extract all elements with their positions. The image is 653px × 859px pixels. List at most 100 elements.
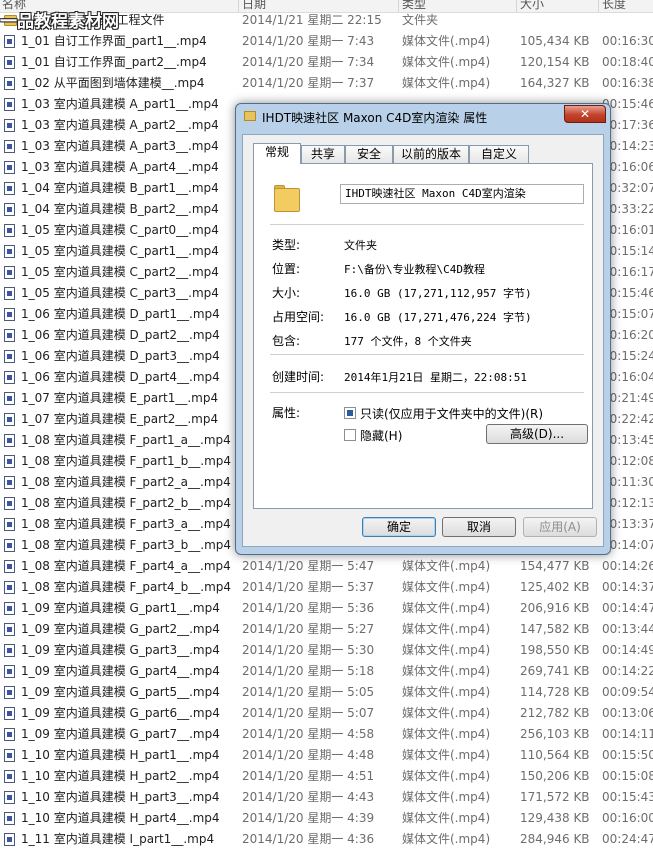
file-type: 媒体文件(.mp4)	[402, 55, 491, 69]
media-file-icon	[4, 98, 15, 111]
file-row[interactable]: 1_10 室内道具建模 H_part2__.mp4 2014/1/20 星期一 4…	[0, 766, 653, 787]
file-size: 164,327 KB	[520, 76, 590, 90]
file-name: 1_02 从平面图到墙体建模__.mp4	[21, 76, 205, 90]
file-row[interactable]: 1_10 室内道具建模 H_part3__.mp4 2014/1/20 星期一 4…	[0, 787, 653, 808]
file-duration: 00:15:08	[602, 769, 653, 783]
folder-icon	[244, 111, 256, 121]
file-type: 媒体文件(.mp4)	[402, 580, 491, 594]
file-row[interactable]: 1_11 室内道具建模 I_part1__.mp4 2014/1/20 星期一 4…	[0, 829, 653, 850]
file-row[interactable]: 1_01 自订工作界面_part1__.mp4 2014/1/20 星期一 7:4…	[0, 31, 653, 52]
file-name: 1_04 室内道具建模 B_part1__.mp4	[21, 181, 219, 195]
file-duration: 00:14:47	[602, 601, 653, 615]
file-name: 1_08 室内道具建模 F_part3_b__.mp4	[21, 538, 232, 552]
hidden-label[interactable]: 隐藏(H)	[360, 427, 402, 444]
file-type: 媒体文件(.mp4)	[402, 601, 491, 615]
dialog-titlebar[interactable]: IHDT映速社区 Maxon C4D室内渲染 属性 ✕	[236, 104, 610, 130]
media-file-icon	[4, 287, 15, 300]
media-file-icon	[4, 119, 15, 132]
file-row[interactable]: 1_02 从平面图到墙体建模__.mp4 2014/1/20 星期一 7:37 媒体…	[0, 73, 653, 94]
file-name: 1_08 室内道具建模 F_part4_a__.mp4	[21, 559, 231, 573]
file-size: 147,582 KB	[520, 622, 590, 636]
file-duration: 00:16:38	[602, 76, 653, 90]
file-row[interactable]: 1_10 室内道具建模 H_part4__.mp4 2014/1/20 星期一 4…	[0, 808, 653, 829]
file-type: 媒体文件(.mp4)	[402, 622, 491, 636]
file-name: 1_03 室内道具建模 A_part1__.mp4	[21, 97, 219, 111]
divider	[270, 224, 584, 225]
file-row[interactable]: 1_09 室内道具建模 G_part2__.mp4 2014/1/20 星期一 5…	[0, 619, 653, 640]
file-name: 1_06 室内道具建模 D_part4__.mp4	[21, 370, 220, 384]
file-date: 2014/1/20 星期一 5:27	[242, 622, 375, 636]
file-row[interactable]: 1_01 自订工作界面_part2__.mp4 2014/1/20 星期一 7:3…	[0, 52, 653, 73]
media-file-icon	[4, 224, 15, 237]
media-file-icon	[4, 791, 15, 804]
file-size: 150,206 KB	[520, 769, 590, 783]
media-file-icon	[4, 140, 15, 153]
media-file-icon	[4, 707, 15, 720]
file-date: 2014/1/20 星期一 4:43	[242, 790, 375, 804]
file-row[interactable]: 1_09 室内道具建模 G_part7__.mp4 2014/1/20 星期一 4…	[0, 724, 653, 745]
file-type: 媒体文件(.mp4)	[402, 727, 491, 741]
folder-name-input[interactable]: IHDT映速社区 Maxon C4D室内渲染	[340, 184, 584, 204]
media-file-icon	[4, 266, 15, 279]
file-duration: 00:16:30	[602, 34, 653, 48]
file-row[interactable]: 1_08 室内道具建模 F_part4_b__.mp4 2014/1/20 星期一…	[0, 577, 653, 598]
file-date: 2014/1/20 星期一 5:07	[242, 706, 375, 720]
file-duration: 00:15:50	[602, 748, 653, 762]
file-size: 105,434 KB	[520, 34, 590, 48]
file-size: 125,402 KB	[520, 580, 590, 594]
file-duration: 00:14:26	[602, 559, 653, 573]
media-file-icon	[4, 623, 15, 636]
file-date: 2014/1/20 星期一 4:48	[242, 748, 375, 762]
file-row[interactable]: 1_09 室内道具建模 G_part4__.mp4 2014/1/20 星期一 5…	[0, 661, 653, 682]
file-row[interactable]: 1_09 室内道具建模 G_part5__.mp4 2014/1/20 星期一 5…	[0, 682, 653, 703]
tab-general[interactable]: 常规	[253, 143, 301, 164]
cancel-button[interactable]: 取消	[442, 517, 516, 537]
file-name: 1_08 室内道具建模 F_part2_a__.mp4	[21, 475, 231, 489]
media-file-icon	[4, 770, 15, 783]
readonly-checkbox[interactable]	[344, 407, 356, 419]
tab-security[interactable]: 安全	[345, 145, 393, 163]
general-panel: IHDT映速社区 Maxon C4D室内渲染 类型: 文件夹 位置: F:\备份…	[253, 163, 593, 509]
divider	[270, 354, 584, 355]
file-name: 1_06 室内道具建模 D_part1__.mp4	[21, 307, 220, 321]
file-size: 154,477 KB	[520, 559, 590, 573]
close-button[interactable]: ✕	[564, 105, 606, 123]
file-type: 文件夹	[402, 13, 439, 27]
file-duration: 00:14:22	[602, 664, 653, 678]
tab-customize[interactable]: 自定义	[469, 145, 529, 163]
media-file-icon	[4, 308, 15, 321]
media-file-icon	[4, 182, 15, 195]
ok-button[interactable]: 确定	[362, 517, 436, 537]
file-date: 2014/1/20 星期一 7:34	[242, 55, 375, 69]
file-row[interactable]: 1_10 室内道具建模 H_part1__.mp4 2014/1/20 星期一 4…	[0, 745, 653, 766]
file-row[interactable]: 1_08 室内道具建模 F_part4_a__.mp4 2014/1/20 星期一…	[0, 556, 653, 577]
file-name: 1_01 自订工作界面_part2__.mp4	[21, 55, 207, 69]
file-row[interactable]: 1_09 室内道具建模 G_part3__.mp4 2014/1/20 星期一 5…	[0, 640, 653, 661]
tab-sharing[interactable]: 共享	[301, 145, 345, 163]
file-name: 1_10 室内道具建模 H_part2__.mp4	[21, 769, 220, 783]
tab-previous-versions[interactable]: 以前的版本	[393, 145, 469, 163]
media-file-icon	[4, 77, 15, 90]
file-name: 1_09 室内道具建模 G_part7__.mp4	[21, 727, 220, 741]
file-duration: 00:09:54	[602, 685, 653, 699]
advanced-button[interactable]: 高级(D)...	[486, 424, 588, 444]
hidden-checkbox[interactable]	[344, 429, 356, 441]
file-name: 1_03 室内道具建模 A_part3__.mp4	[21, 139, 219, 153]
media-file-icon	[4, 686, 15, 699]
apply-button[interactable]: 应用(A)	[523, 517, 597, 537]
file-name: 1_05 室内道具建模 C_part0__.mp4	[21, 223, 219, 237]
readonly-label[interactable]: 只读(仅应用于文件夹中的文件)(R)	[360, 405, 543, 422]
file-duration: 00:14:37	[602, 580, 653, 594]
file-name: 1_05 室内道具建模 C_part3__.mp4	[21, 286, 219, 300]
file-size: 198,550 KB	[520, 643, 590, 657]
file-name: 1_08 室内道具建模 F_part1_a__.mp4	[21, 433, 231, 447]
file-row[interactable]: 1_09 室内道具建模 G_part6__.mp4 2014/1/20 星期一 5…	[0, 703, 653, 724]
file-duration: 00:18:40	[602, 55, 653, 69]
file-type: 媒体文件(.mp4)	[402, 748, 491, 762]
file-duration: 00:14:11	[602, 727, 653, 741]
media-file-icon	[4, 602, 15, 615]
file-date: 2014/1/21 星期二 22:15	[242, 13, 382, 27]
media-file-icon	[4, 203, 15, 216]
file-row[interactable]: 1_09 室内道具建模 G_part1__.mp4 2014/1/20 星期一 5…	[0, 598, 653, 619]
media-file-icon	[4, 812, 15, 825]
